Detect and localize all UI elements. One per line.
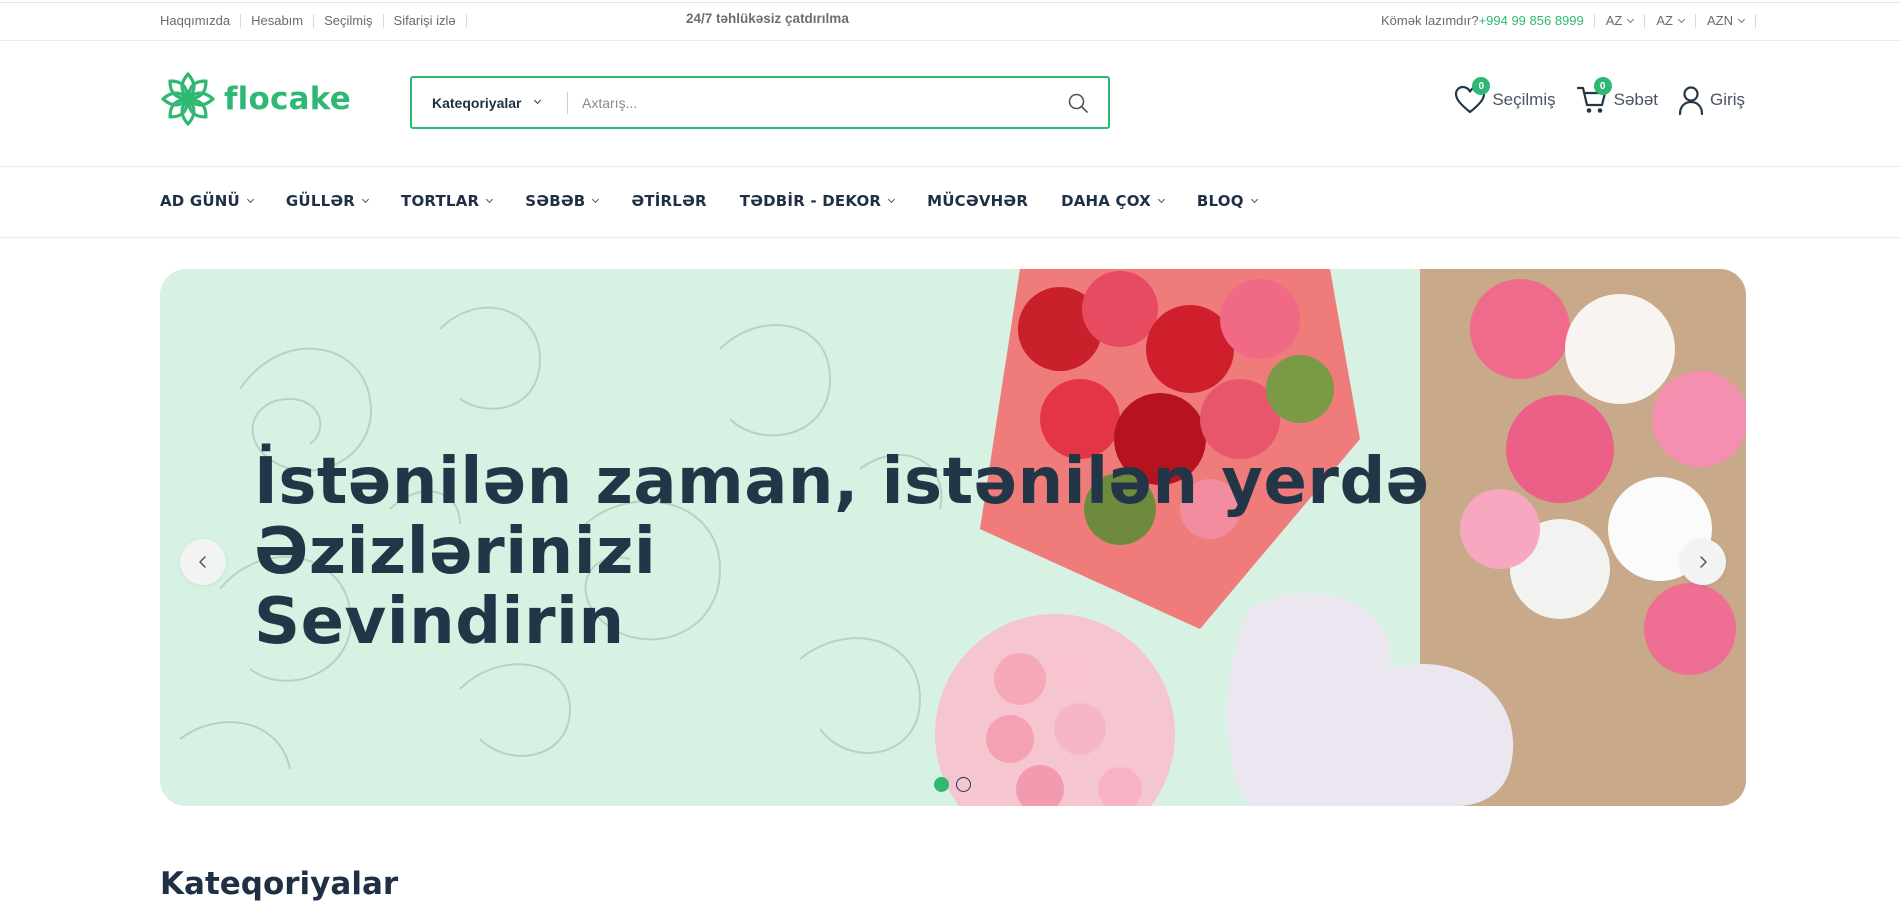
slider-dots: [934, 777, 971, 792]
chevron-down-icon: [1737, 15, 1746, 23]
promo-text: 24/7 təhlükəsiz çatdırılma: [686, 11, 849, 26]
hero-headline-line1: İstənilən zaman, istənilən yerdə Əzizlər…: [254, 445, 1430, 589]
nav-item-label: TORTLAR: [401, 192, 480, 210]
category-dropdown[interactable]: Kateqoriyalar: [412, 95, 567, 111]
nav-item-label: MÜCƏVHƏR: [927, 192, 1029, 210]
chevron-right-icon: [1700, 556, 1707, 568]
language-select-2[interactable]: AZ: [1645, 14, 1696, 28]
search-bar: Kateqoriyalar: [410, 76, 1110, 129]
chevron-down-icon: [361, 195, 370, 203]
help-contact: Kömək lazımdır?+994 99 856 8999: [1381, 14, 1595, 28]
site-header: flocake Kateqoriyalar 0 Seçilmiş: [0, 41, 1901, 167]
chevron-down-icon: [1250, 195, 1258, 203]
hero-slider: İstənilən zaman, istənilən yerdə Əzizlər…: [160, 269, 1746, 806]
nav-item-label: TƏDBİR - DEKOR: [739, 192, 882, 210]
help-label: Kömək lazımdır?: [1381, 13, 1479, 28]
cart-count-badge: 0: [1593, 77, 1612, 95]
wishlist-count-badge: 0: [1472, 77, 1491, 95]
slider-next-button[interactable]: [1680, 539, 1726, 585]
search-button[interactable]: [1048, 78, 1108, 127]
login-button[interactable]: Giriş: [1678, 85, 1745, 115]
wishlist-label: Seçilmiş: [1492, 90, 1556, 109]
language-select-1[interactable]: AZ: [1595, 14, 1646, 28]
chevron-down-icon: [534, 96, 542, 105]
chevron-down-icon: [246, 195, 254, 203]
chevron-down-icon: [486, 195, 494, 203]
chevron-down-icon: [1157, 195, 1165, 203]
nav-item-cakes[interactable]: TORTLAR: [401, 192, 494, 210]
chevron-down-icon: [1627, 15, 1635, 23]
link-about[interactable]: Haqqımızda: [160, 14, 242, 28]
top-bar: Haqqımızda Hesabım Seçilmiş Sifarişi izl…: [0, 0, 1901, 41]
nav-item-event-decor[interactable]: TƏDBİR - DEKOR: [739, 192, 896, 210]
main-nav: AD GÜNÜ GÜLLƏR TORTLAR SƏBƏB ƏTİRLƏR TƏD…: [0, 167, 1901, 238]
wishlist-button[interactable]: 0 Seçilmiş: [1454, 77, 1556, 115]
chevron-left-icon: [199, 556, 206, 568]
search-input[interactable]: [568, 78, 1048, 127]
hero-headline: İstənilən zaman, istənilən yerdə Əzizlər…: [254, 447, 1746, 657]
link-wishlist[interactable]: Seçilmiş: [314, 14, 384, 28]
nav-item-label: SƏBƏB: [525, 192, 586, 210]
nav-list: AD GÜNÜ GÜLLƏR TORTLAR SƏBƏB ƏTİRLƏR TƏD…: [160, 192, 1290, 210]
nav-item-label: DAHA ÇOX: [1061, 192, 1151, 210]
nav-item-label: AD GÜNÜ: [160, 192, 240, 210]
language-value-2: AZ: [1656, 13, 1673, 28]
nav-item-perfumes[interactable]: ƏTİRLƏR: [631, 192, 706, 210]
nav-item-birthday[interactable]: AD GÜNÜ: [160, 192, 254, 210]
link-track-order[interactable]: Sifarişi izlə: [384, 14, 467, 28]
categories-heading: Kateqoriyalar: [160, 866, 399, 902]
logo[interactable]: flocake: [158, 69, 351, 129]
logo-flower-icon: [161, 72, 215, 126]
chevron-down-icon: [888, 195, 896, 203]
chevron-down-icon: [592, 195, 600, 203]
nav-item-label: GÜLLƏR: [285, 192, 356, 210]
top-right: Kömək lazımdır?+994 99 856 8999 AZ AZ AZ…: [1381, 14, 1756, 28]
hero-headline-line2: Sevindirin: [254, 585, 625, 659]
nav-item-jewelry[interactable]: MÜCƏVHƏR: [927, 192, 1028, 210]
header-actions: 0 Seçilmiş 0 Səbət Giriş: [1454, 77, 1745, 115]
nav-item-blog[interactable]: BLOQ: [1196, 192, 1258, 210]
slider-prev-button[interactable]: [180, 539, 226, 585]
language-value-1: AZ: [1605, 13, 1623, 28]
user-icon: [1678, 86, 1704, 115]
nav-item-occasion[interactable]: SƏBƏB: [525, 192, 600, 210]
search-icon: [1068, 93, 1088, 113]
nav-item-label: ƏTİRLƏR: [631, 192, 707, 210]
link-account[interactable]: Hesabım: [241, 14, 315, 28]
slider-dot-2[interactable]: [956, 777, 971, 792]
currency-value: AZN: [1707, 13, 1733, 28]
phone-link[interactable]: +994 99 856 8999: [1479, 13, 1584, 28]
chevron-down-icon: [1677, 15, 1686, 23]
cart-button[interactable]: 0 Səbət: [1576, 77, 1659, 115]
currency-select[interactable]: AZN: [1696, 14, 1756, 28]
nav-item-label: BLOQ: [1196, 192, 1244, 210]
cart-label: Səbət: [1613, 90, 1659, 109]
login-label: Giriş: [1710, 90, 1745, 109]
slider-dot-1[interactable]: [934, 777, 949, 792]
category-dropdown-label: Kateqoriyalar: [432, 94, 522, 111]
nav-item-flowers[interactable]: GÜLLƏR: [285, 192, 370, 210]
logo-text: flocake: [224, 81, 351, 117]
top-links: Haqqımızda Hesabım Seçilmiş Sifarişi izl…: [160, 14, 467, 28]
nav-item-more[interactable]: DAHA ÇOX: [1061, 192, 1165, 210]
